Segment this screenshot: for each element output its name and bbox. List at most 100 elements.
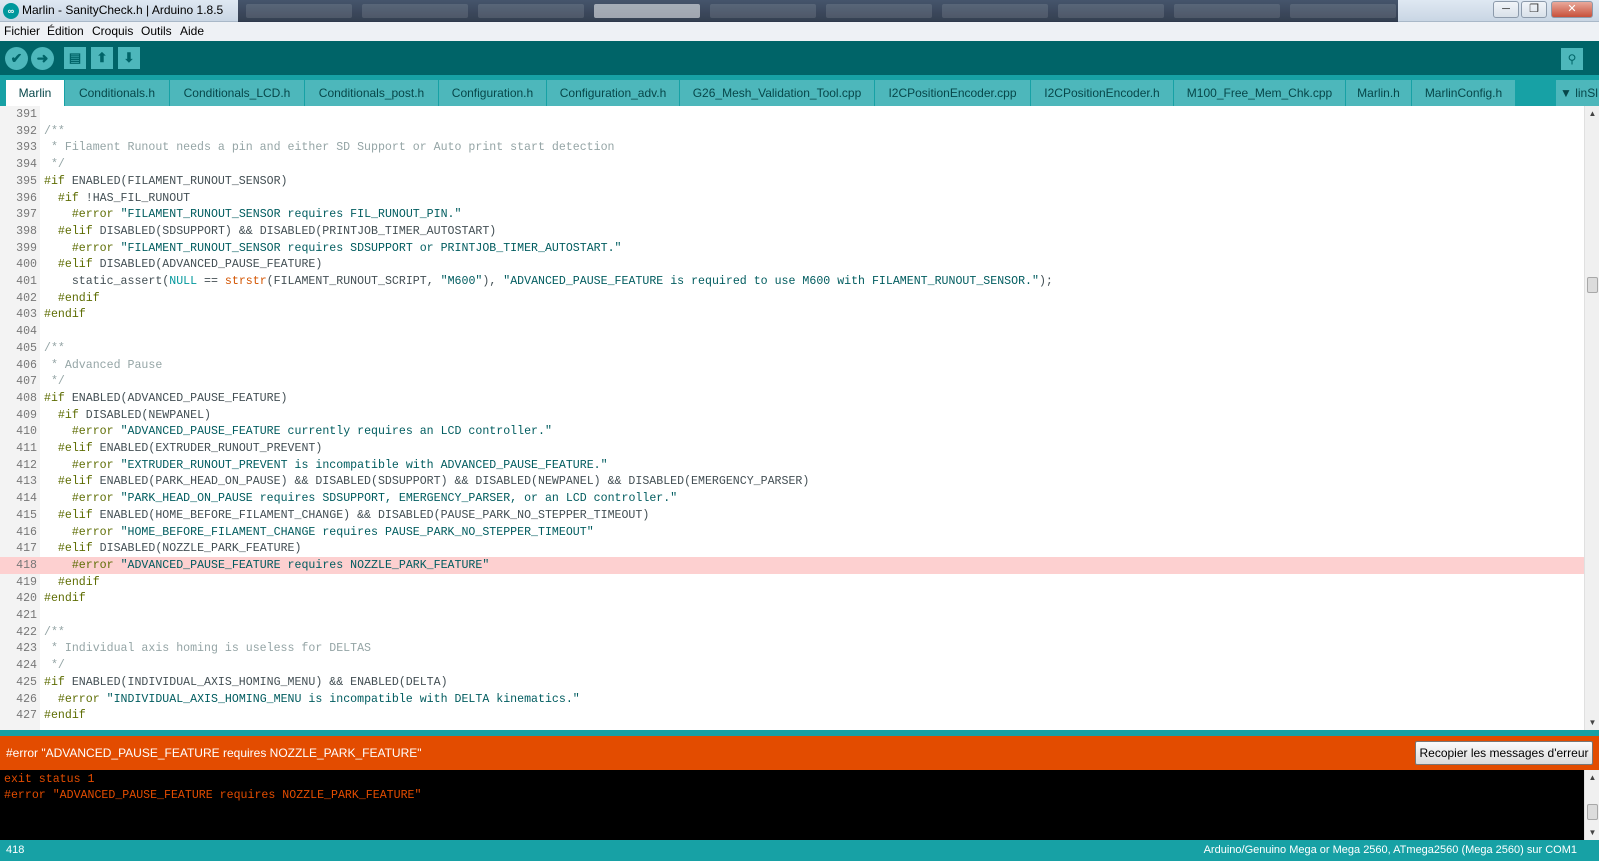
code-line[interactable]: 392 /** [0,123,1584,140]
code-line[interactable]: 416 #error "HOME_BEFORE_FILAMENT_CHANGE … [0,524,1584,541]
save-sketch-button[interactable]: ⬇ [118,47,140,69]
code-line[interactable]: 426 #error "INDIVIDUAL_AXIS_HOMING_MENU … [0,691,1584,708]
tab-i2cpositionencoder-h[interactable]: I2CPositionEncoder.h [1031,80,1173,106]
code-text: #elif DISABLED(SDSUPPORT) && DISABLED(PR… [57,224,497,238]
tab-menu-dropdown[interactable]: ▼ linSl [1556,80,1599,106]
console-scroll-up-arrow-icon[interactable]: ▲ [1585,770,1599,785]
tab-i2cpositionencoder-cpp[interactable]: I2CPositionEncoder.cpp [875,80,1030,106]
code-line[interactable]: 398 #elif DISABLED(SDSUPPORT) && DISABLE… [0,223,1584,240]
code-text: #if DISABLED(NEWPANEL) [57,408,211,422]
menu-fichier[interactable]: Fichier [4,24,40,38]
tab-m100-free-mem-chk-cpp[interactable]: M100_Free_Mem_Chk.cpp [1174,80,1345,106]
code-line[interactable]: 408 #if ENABLED(ADVANCED_PAUSE_FEATURE) [0,390,1584,407]
menu-edition[interactable]: Édition [47,24,84,38]
code-line[interactable]: 391 [0,106,1584,123]
open-sketch-button[interactable]: ⬆ [91,47,113,69]
menu-aide[interactable]: Aide [180,24,204,38]
code-line[interactable]: 418 #error "ADVANCED_PAUSE_FEATURE requi… [0,556,1584,574]
code-line[interactable]: 402 #endif [0,290,1584,307]
sketch-tab-bar: Marlin Conditionals.h Conditionals_LCD.h… [0,75,1599,106]
serial-monitor-button[interactable]: ⚲ [1561,48,1583,70]
code-line[interactable]: 395 #if ENABLED(FILAMENT_RUNOUT_SENSOR) [0,173,1584,190]
line-number: 401 [16,275,37,288]
line-number: 398 [16,224,37,238]
tab-marlin-h[interactable]: Marlin.h [1346,80,1411,106]
code-line[interactable]: 409 #if DISABLED(NEWPANEL) [0,407,1584,424]
code-line[interactable]: 401 static_assert(NULL == strstr(FILAMEN… [0,273,1584,290]
code-line[interactable]: 424 */ [0,657,1584,674]
line-number: 423 [16,642,37,656]
tab-configuration-adv-h[interactable]: Configuration_adv.h [547,80,679,106]
code-line[interactable]: 405 /** [0,340,1584,357]
tab-conditionals-h[interactable]: Conditionals.h [65,80,169,106]
code-line[interactable]: 415 #elif ENABLED(HOME_BEFORE_FILAMENT_C… [0,507,1584,524]
code-line[interactable]: 412 #error "EXTRUDER_RUNOUT_PREVENT is i… [0,457,1584,474]
line-number: 426 [16,692,37,706]
tab-conditionals-lcd-h[interactable]: Conditionals_LCD.h [170,80,304,106]
new-sketch-button[interactable]: ▤ [64,47,86,69]
code-line[interactable]: 407 */ [0,373,1584,390]
code-line[interactable]: 404 [0,323,1584,340]
line-number: 406 [16,358,37,372]
code-line[interactable]: 399 #error "FILAMENT_RUNOUT_SENSOR requi… [0,240,1584,257]
console-scroll-thumb[interactable] [1587,804,1598,820]
code-line[interactable]: 423 * Individual axis homing is useless … [0,640,1584,657]
code-line[interactable]: 406 * Advanced Pause [0,357,1584,374]
line-number: 405 [16,341,37,355]
maximize-button[interactable]: ❐ [1521,1,1547,18]
line-number: 404 [16,325,37,339]
editor-vertical-scrollbar[interactable]: ▲ ▼ [1584,106,1599,730]
line-number: 410 [16,425,37,439]
code-line[interactable]: 403 #endif [0,306,1584,323]
code-line[interactable]: 393 * Filament Runout needs a pin and ei… [0,139,1584,156]
error-message-bar: #error "ADVANCED_PAUSE_FEATURE requires … [0,736,1599,770]
code-editor[interactable]: 391 392/** 393 * Filament Runout needs a p… [0,106,1599,730]
code-text: * Individual axis homing is useless for … [44,642,371,656]
line-number: 407 [16,375,37,389]
window-title: Marlin - SanityCheck.h | Arduino 1.8.5 [22,3,224,17]
code-line[interactable]: 394 */ [0,156,1584,173]
tab-marlinconfig-h[interactable]: MarlinConfig.h [1412,80,1515,106]
tab-configuration-h[interactable]: Configuration.h [439,80,546,106]
code-line[interactable]: 396 #if !HAS_FIL_RUNOUT [0,190,1584,207]
code-line[interactable]: 411 #elif ENABLED(EXTRUDER_RUNOUT_PREVEN… [0,440,1584,457]
code-line[interactable]: 417 #elif DISABLED(NOZZLE_PARK_FEATURE) [0,540,1584,557]
menu-outils[interactable]: Outils [141,24,172,38]
menu-croquis[interactable]: Croquis [92,24,133,38]
status-bar: 418 Arduino/Genuino Mega or Mega 2560, A… [0,840,1599,861]
line-number: 418 [16,558,37,572]
code-line[interactable]: 420 #endif [0,590,1584,607]
console-line: #error "ADVANCED_PAUSE_FEATURE requires … [4,789,422,802]
upload-button[interactable]: ➜ [31,47,54,70]
console-vertical-scrollbar[interactable]: ▲ ▼ [1584,770,1599,840]
tab-conditionals-post-h[interactable]: Conditionals_post.h [305,80,438,106]
line-number: 420 [16,592,37,606]
scroll-up-arrow-icon[interactable]: ▲ [1585,106,1599,121]
code-text: */ [44,659,65,673]
code-line[interactable]: 427 #endif [0,707,1584,724]
minimize-button[interactable]: ─ [1493,1,1519,18]
output-console[interactable]: exit status 1 #error "ADVANCED_PAUSE_FEA… [0,770,1599,840]
code-line[interactable]: 400 #elif DISABLED(ADVANCED_PAUSE_FEATUR… [0,256,1584,273]
code-text: #error "FILAMENT_RUNOUT_SENSOR requires … [71,208,462,222]
editor-scroll-thumb[interactable] [1587,277,1598,294]
code-line[interactable]: 419 #endif [0,574,1584,591]
tab-g26-mesh-validation-tool-cpp[interactable]: G26_Mesh_Validation_Tool.cpp [680,80,874,106]
code-line[interactable]: 397 #error "FILAMENT_RUNOUT_SENSOR requi… [0,206,1584,223]
code-line[interactable]: 421 [0,607,1584,624]
code-line[interactable]: 414 #error "PARK_HEAD_ON_PAUSE requires … [0,490,1584,507]
code-line[interactable]: 422 /** [0,624,1584,641]
console-scroll-down-arrow-icon[interactable]: ▼ [1585,825,1599,840]
code-text: /** [44,124,65,138]
scroll-down-arrow-icon[interactable]: ▼ [1585,715,1599,730]
code-line[interactable]: 410 #error "ADVANCED_PAUSE_FEATURE curre… [0,423,1584,440]
line-number: 402 [16,291,37,305]
close-button[interactable]: ✕ [1551,1,1593,18]
line-number: 400 [16,258,37,272]
code-line[interactable]: 413 #elif ENABLED(PARK_HEAD_ON_PAUSE) &&… [0,473,1584,490]
copy-error-messages-button[interactable]: Recopier les messages d'erreur [1415,741,1593,765]
verify-button[interactable]: ✔ [5,47,28,70]
current-line-number: 418 [6,844,25,856]
tab-marlin[interactable]: Marlin [6,80,64,106]
code-line[interactable]: 425 #if ENABLED(INDIVIDUAL_AXIS_HOMING_ME… [0,674,1584,691]
